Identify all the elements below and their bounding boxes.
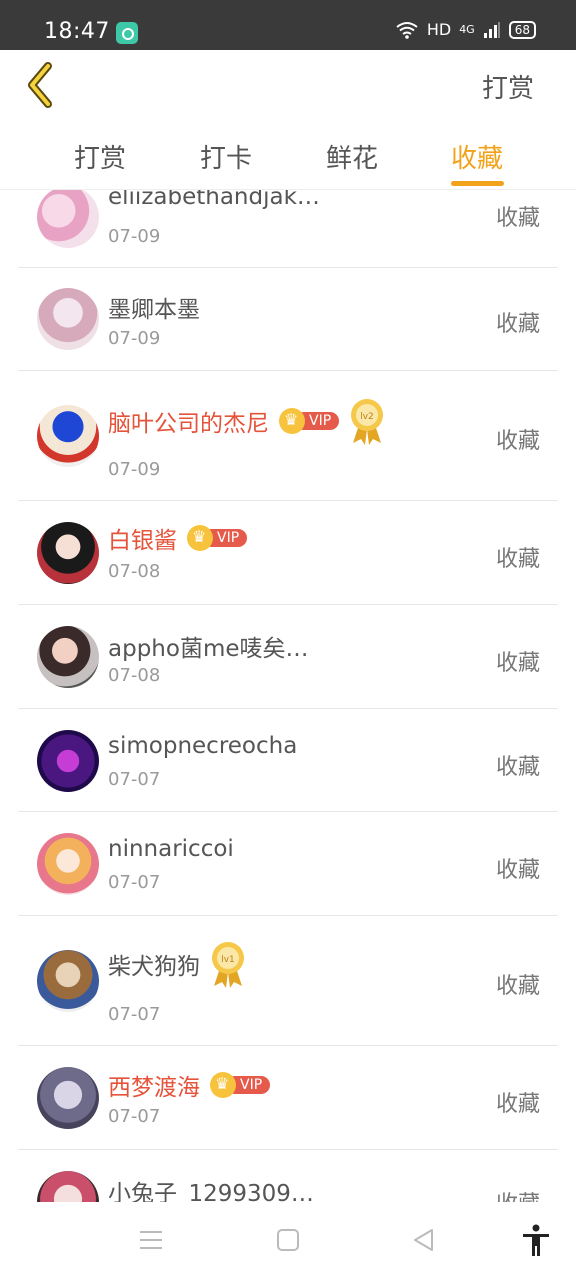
user-avatar[interactable] — [37, 626, 99, 688]
user-name: appho菌me唛矣… — [108, 636, 309, 662]
list-item[interactable]: 小兔子_1299309… 收藏 — [18, 1150, 558, 1202]
favorite-label: 收藏 — [495, 312, 540, 337]
date: 07-09 — [108, 226, 161, 247]
list-item[interactable]: simopnecreocha 07-07 收藏 — [18, 709, 558, 812]
status-time: 18:47 — [44, 19, 110, 44]
favorite-label: 收藏 — [496, 1186, 540, 1202]
app-notification-icon — [116, 22, 138, 44]
vip-badge: VIP — [187, 525, 248, 551]
battery-indicator: 68 — [508, 20, 536, 39]
favorite-label: 收藏 — [495, 858, 540, 883]
user-avatar[interactable] — [37, 730, 99, 792]
home-icon[interactable] — [276, 1228, 300, 1252]
user-avatar[interactable] — [37, 833, 99, 895]
user-name: 墨卿本墨 — [108, 297, 200, 323]
accessibility-icon[interactable] — [521, 1224, 551, 1258]
favorite-label: 收藏 — [495, 651, 540, 676]
medal-lv2-icon: lv2 — [351, 399, 384, 445]
date: 07-09 — [108, 459, 161, 480]
back-arrow-icon — [28, 62, 52, 108]
user-name: 西梦渡海 — [108, 1075, 200, 1101]
crown-icon — [187, 525, 213, 551]
vip-badge: VIP — [210, 1072, 271, 1098]
user-avatar[interactable] — [37, 950, 99, 1012]
list-item[interactable]: ninnariccoi 07-07 收藏 — [18, 812, 558, 916]
user-avatar[interactable] — [37, 190, 99, 248]
user-name: eliizabethandjak… — [108, 190, 320, 210]
favorite-label: 收藏 — [495, 206, 540, 231]
user-name: 白银酱 — [108, 528, 177, 554]
svg-text:lv2: lv2 — [360, 412, 374, 422]
reward-button[interactable]: 打赏 — [482, 68, 534, 105]
user-name: 柴犬狗狗 — [108, 954, 200, 980]
user-avatar[interactable] — [37, 1171, 99, 1202]
date: 07-07 — [108, 872, 161, 893]
tab-reward[interactable]: 打赏 — [74, 138, 126, 175]
list-item[interactable]: eliizabethandjak… 07-09 收藏 — [18, 190, 558, 268]
favorite-label: 收藏 — [495, 429, 540, 454]
network-type: HD — [426, 20, 452, 39]
tab-favorites[interactable]: 收藏 — [451, 138, 503, 175]
user-name: 小兔子_1299309… — [108, 1181, 314, 1202]
back-nav-icon[interactable] — [412, 1228, 436, 1252]
back-button[interactable] — [22, 60, 62, 110]
tab-checkin[interactable]: 打卡 — [200, 138, 252, 175]
crown-icon — [279, 408, 305, 434]
list-item[interactable]: appho菌me唛矣… 07-08 收藏 — [18, 605, 558, 709]
favorite-label: 收藏 — [495, 755, 540, 780]
favorite-label: 收藏 — [495, 974, 540, 999]
date: 07-08 — [108, 665, 161, 686]
vip-badge: VIP — [279, 408, 340, 434]
menu-icon[interactable] — [139, 1228, 163, 1252]
user-avatar[interactable] — [37, 405, 99, 467]
favorite-label: 收藏 — [495, 1092, 540, 1117]
date: 07-07 — [108, 1106, 161, 1127]
user-name: simopnecreocha — [108, 733, 298, 759]
list-item[interactable]: 白银酱 VIP 07-08 收藏 — [18, 501, 558, 605]
date: 07-08 — [108, 561, 161, 582]
user-avatar[interactable] — [37, 522, 99, 584]
date: 07-07 — [108, 1004, 161, 1025]
favorites-list: eliizabethandjak… 07-09 收藏 墨卿本墨 07-09 收藏… — [0, 190, 576, 1202]
medal-lv1-icon: lv1 — [212, 942, 244, 988]
crown-icon — [210, 1072, 236, 1098]
tab-flowers[interactable]: 鲜花 — [326, 138, 378, 175]
wifi-icon — [396, 21, 418, 39]
system-nav-bar — [0, 1202, 576, 1280]
user-name: 脑叶公司的杰尼 — [108, 411, 269, 437]
list-item[interactable]: 脑叶公司的杰尼 VIP lv2 07-09 收藏 — [18, 371, 558, 501]
favorite-label: 收藏 — [495, 547, 540, 572]
svg-text:lv1: lv1 — [221, 955, 235, 965]
signal-type: 4G — [459, 23, 475, 36]
user-avatar[interactable] — [37, 1067, 99, 1129]
active-tab-indicator — [451, 181, 504, 186]
list-item[interactable]: 西梦渡海 VIP 07-07 收藏 — [18, 1046, 558, 1150]
user-name: ninnariccoi — [108, 836, 234, 862]
tab-bar: 打赏 打卡 鲜花 收藏 — [0, 122, 576, 190]
list-item[interactable]: 墨卿本墨 07-09 收藏 — [18, 268, 558, 371]
status-indicators: HD 4G 68 — [395, 20, 536, 39]
header: 打赏 — [0, 50, 576, 122]
status-bar: 18:47 HD 4G 68 — [0, 0, 576, 50]
date: 07-07 — [108, 769, 161, 790]
signal-icon — [483, 21, 500, 38]
list-item[interactable]: 柴犬狗狗 lv1 07-07 收藏 — [18, 916, 558, 1046]
user-avatar[interactable] — [37, 288, 99, 350]
date: 07-09 — [108, 328, 161, 349]
